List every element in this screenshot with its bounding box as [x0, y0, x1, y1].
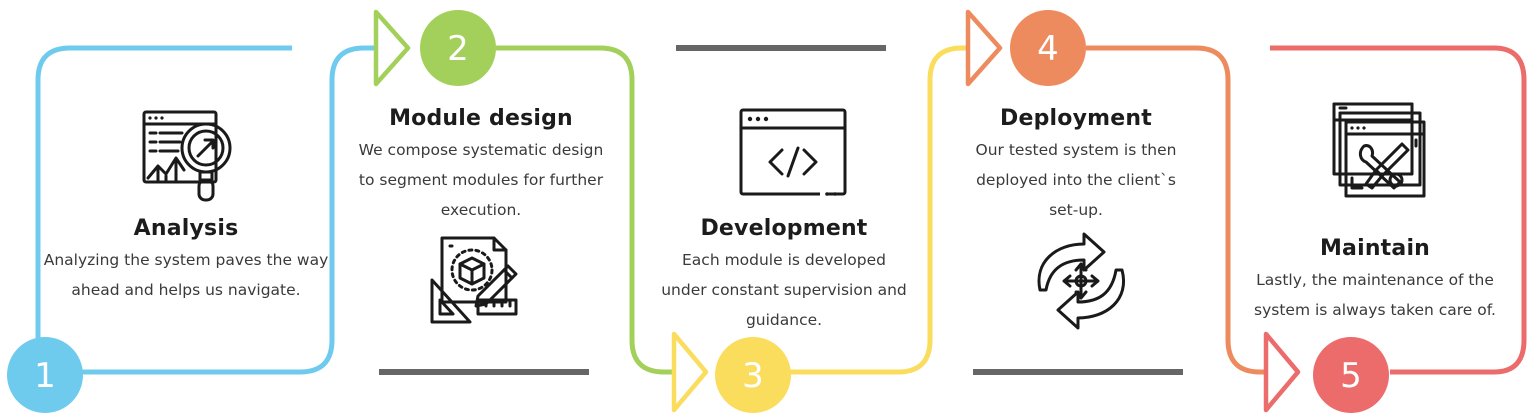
arrow-chevron-3 — [671, 331, 709, 413]
step-description: Each module is developed under constant … — [634, 245, 934, 335]
divider-bar — [676, 45, 886, 51]
step-description-line: guidance. — [745, 311, 823, 329]
step-badge-5: 5 — [1313, 337, 1389, 413]
divider-bar — [379, 369, 589, 375]
step-description-line: Our tested system is then — [975, 141, 1177, 159]
step-number: 1 — [34, 356, 56, 396]
step-description-line: Lastly, the maintenance of the — [1256, 271, 1494, 289]
code-window-icon — [739, 108, 847, 196]
step-title: Module design — [389, 106, 573, 131]
maintenance-tools-icon — [1332, 102, 1426, 198]
step-number: 4 — [1037, 29, 1059, 69]
step-1-text: Analysis Analyzing the system paves the … — [38, 216, 334, 305]
step-description: Analyzing the system paves the way ahead… — [38, 245, 334, 305]
step-4-text: Deployment Our tested system is then dep… — [926, 106, 1226, 225]
step-description: Lastly, the maintenance of the system is… — [1226, 265, 1524, 325]
connector-step-1 — [35, 45, 378, 375]
process-diagram: 1 2 3 4 5 — [7, 9, 1527, 413]
step-description-line: set-up. — [1049, 201, 1103, 219]
arrow-chevron-2 — [373, 9, 411, 87]
step-description-line: We compose systematic design — [358, 141, 604, 159]
step-title: Maintain — [1319, 236, 1431, 261]
step-3-text: Development Each module is developed und… — [634, 216, 934, 335]
analysis-magnifier-icon — [142, 110, 232, 202]
arrow-chevron-4 — [965, 9, 1003, 87]
step-description-line: deployed into the client`s — [976, 171, 1176, 189]
step-2-text: Module design We compose systematic desi… — [331, 106, 631, 225]
step-5-text: Maintain Lastly, the maintenance of the … — [1226, 236, 1524, 325]
step-description-line: to segment modules for further — [358, 171, 604, 189]
step-description-line: Analyzing the system paves the way — [43, 251, 329, 269]
step-description: We compose systematic design to segment … — [331, 135, 631, 225]
step-description-line: execution. — [440, 201, 522, 219]
step-description-line: ahead and helps us navigate. — [71, 281, 301, 299]
step-description: Our tested system is then deployed into … — [926, 135, 1226, 225]
step-title: Development — [700, 216, 868, 241]
step-number: 2 — [447, 29, 469, 69]
step-title: Deployment — [1000, 106, 1152, 131]
step-description-line: under constant supervision and — [661, 281, 907, 299]
step-description-line: Each module is developed — [682, 251, 886, 269]
step-number: 5 — [1340, 356, 1362, 396]
arrow-chevron-5 — [1263, 331, 1301, 413]
step-badge-3: 3 — [715, 337, 791, 413]
step-description-line: system is always taken care of. — [1254, 301, 1496, 319]
step-badge-1: 1 — [7, 337, 83, 413]
step-badge-4: 4 — [1010, 10, 1086, 86]
design-tools-icon — [430, 236, 518, 324]
deploy-arrows-icon — [1037, 232, 1125, 330]
step-title: Analysis — [133, 216, 239, 241]
step-badge-2: 2 — [420, 10, 496, 86]
step-number: 3 — [742, 356, 764, 396]
divider-bar — [973, 369, 1183, 375]
